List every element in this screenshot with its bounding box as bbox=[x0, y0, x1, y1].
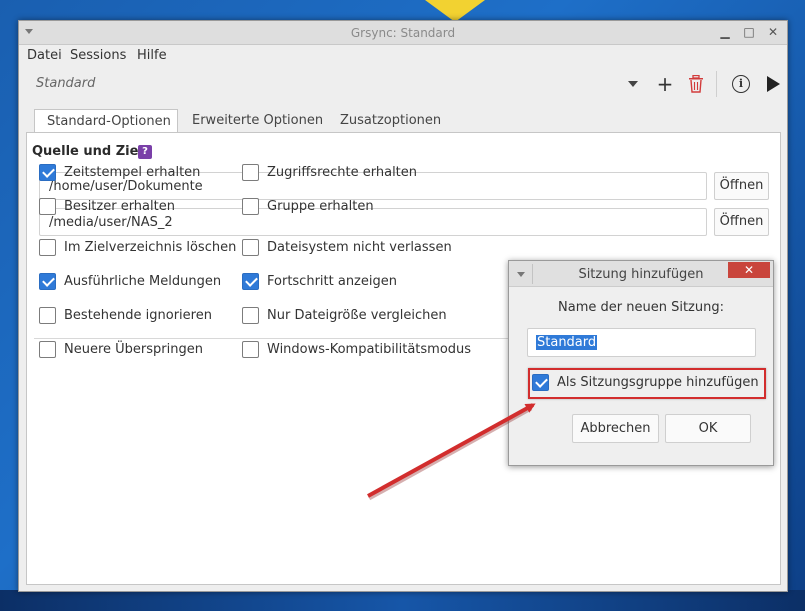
annotation-arrow bbox=[367, 403, 536, 501]
